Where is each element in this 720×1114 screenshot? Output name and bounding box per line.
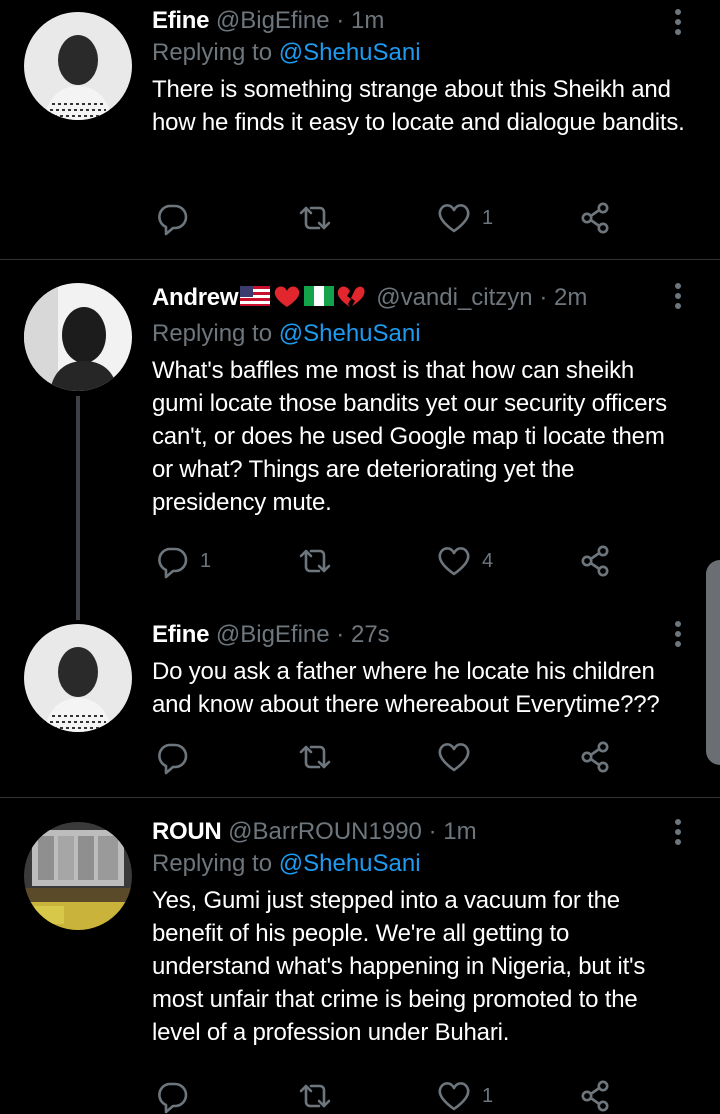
replying-to-label: Replying to	[152, 850, 273, 877]
tweet-header: Efine @BigEfine · 1m	[152, 5, 690, 37]
like-button[interactable]: 1	[434, 1076, 493, 1114]
retweet-button[interactable]	[295, 541, 343, 581]
more-vertical-icon[interactable]	[666, 618, 690, 650]
user-handle[interactable]: @BigEfine	[216, 7, 330, 34]
retweet-icon	[295, 1076, 335, 1114]
tweet-header: Andrew @vandi_citzyn · 2m	[152, 282, 690, 318]
timestamp[interactable]: 27s	[351, 621, 390, 648]
more-vertical-icon[interactable]	[666, 280, 690, 312]
retweet-icon	[295, 541, 335, 581]
share-button[interactable]	[575, 1076, 615, 1114]
reply-button[interactable]: 1	[152, 541, 211, 581]
reply-button[interactable]	[152, 198, 200, 238]
tweet-actions: 1	[152, 1076, 622, 1114]
heart-icon	[434, 198, 474, 238]
broken-heart-emoji	[337, 286, 365, 307]
reply-button[interactable]	[152, 737, 200, 777]
avatar[interactable]	[24, 624, 132, 732]
tweet-text: Yes, Gumi just stepped into a vacuum for…	[152, 887, 646, 1046]
like-button[interactable]: 1	[434, 198, 493, 238]
red-heart-emoji	[274, 286, 300, 307]
display-name[interactable]: ROUN	[152, 818, 222, 845]
reply-count: 1	[200, 549, 212, 572]
avatar[interactable]	[24, 822, 132, 930]
reply-icon	[152, 1076, 192, 1114]
scrollbar-thumb[interactable]	[706, 560, 720, 765]
tweet-text: Do you ask a father where he locate his …	[152, 658, 660, 718]
replying-to-line: Replying to @ShehuSani	[152, 318, 690, 350]
share-icon	[575, 541, 615, 581]
retweet-button[interactable]	[295, 1076, 343, 1114]
us-flag-emoji	[240, 286, 271, 306]
retweet-button[interactable]	[295, 737, 343, 777]
heart-icon	[434, 541, 474, 581]
like-count: 4	[482, 549, 494, 572]
timestamp[interactable]: 1m	[443, 818, 476, 845]
user-handle[interactable]: @BarrROUN1990	[228, 818, 422, 845]
tweet-header: Efine @BigEfine · 27s	[152, 619, 690, 651]
separator-dot: ·	[336, 7, 345, 34]
like-button[interactable]	[434, 737, 482, 777]
user-handle[interactable]: @vandi_citzyn	[376, 284, 532, 311]
tweet-actions: 1	[152, 198, 622, 238]
separator-dot: ·	[428, 818, 437, 845]
tweet[interactable]: ROUN @BarrROUN1990 · 1m Replying to @She…	[0, 798, 720, 1114]
tweet-actions	[152, 737, 622, 777]
replying-to-line: Replying to @ShehuSani	[152, 37, 690, 69]
replying-to-label: Replying to	[152, 39, 273, 66]
more-vertical-icon[interactable]	[666, 816, 690, 848]
like-count: 1	[482, 1084, 494, 1107]
avatar[interactable]	[24, 283, 132, 391]
timestamp[interactable]: 2m	[554, 284, 587, 311]
replying-to-line: Replying to @ShehuSani	[152, 848, 690, 880]
reply-icon	[152, 541, 192, 581]
reply-button[interactable]	[152, 1076, 200, 1114]
display-name[interactable]: Efine	[152, 621, 209, 648]
share-button[interactable]	[575, 198, 615, 238]
like-count: 1	[482, 206, 494, 229]
reply-icon	[152, 198, 192, 238]
display-name[interactable]: Efine	[152, 7, 209, 34]
separator-dot: ·	[539, 284, 548, 311]
tweet-text: What's baffles me most is that how can s…	[152, 357, 667, 516]
avatar[interactable]	[24, 12, 132, 120]
timestamp[interactable]: 1m	[351, 7, 384, 34]
share-icon	[575, 737, 615, 777]
more-vertical-icon[interactable]	[666, 6, 690, 38]
nigeria-flag-emoji	[304, 286, 335, 306]
heart-icon	[434, 1076, 474, 1114]
tweet[interactable]: Andrew @vandi_citzyn · 2m Replying to @S…	[0, 260, 720, 600]
mention-link[interactable]: @ShehuSani	[279, 320, 421, 347]
reply-icon	[152, 737, 192, 777]
tweet[interactable]: Efine @BigEfine · 27s Do you ask a fathe…	[0, 600, 720, 796]
tweet-header: ROUN @BarrROUN1990 · 1m	[152, 816, 690, 848]
mention-link[interactable]: @ShehuSani	[279, 39, 421, 66]
tweet[interactable]: Efine @BigEfine · 1m Replying to @ShehuS…	[0, 0, 720, 258]
tweet-actions: 1 4	[152, 541, 622, 581]
retweet-icon	[295, 737, 335, 777]
name-emojis	[240, 283, 366, 318]
separator-dot: ·	[336, 621, 345, 648]
mention-link[interactable]: @ShehuSani	[279, 850, 421, 877]
user-handle[interactable]: @BigEfine	[216, 621, 330, 648]
retweet-icon	[295, 198, 335, 238]
share-icon	[575, 198, 615, 238]
display-name[interactable]: Andrew	[152, 284, 239, 311]
share-button[interactable]	[575, 541, 615, 581]
tweet-feed: Efine @BigEfine · 1m Replying to @ShehuS…	[0, 0, 720, 1114]
retweet-button[interactable]	[295, 198, 343, 238]
tweet-text: There is something strange about this Sh…	[152, 76, 685, 136]
replying-to-label: Replying to	[152, 320, 273, 347]
share-icon	[575, 1076, 615, 1114]
like-button[interactable]: 4	[434, 541, 493, 581]
heart-icon	[434, 737, 474, 777]
share-button[interactable]	[575, 737, 615, 777]
